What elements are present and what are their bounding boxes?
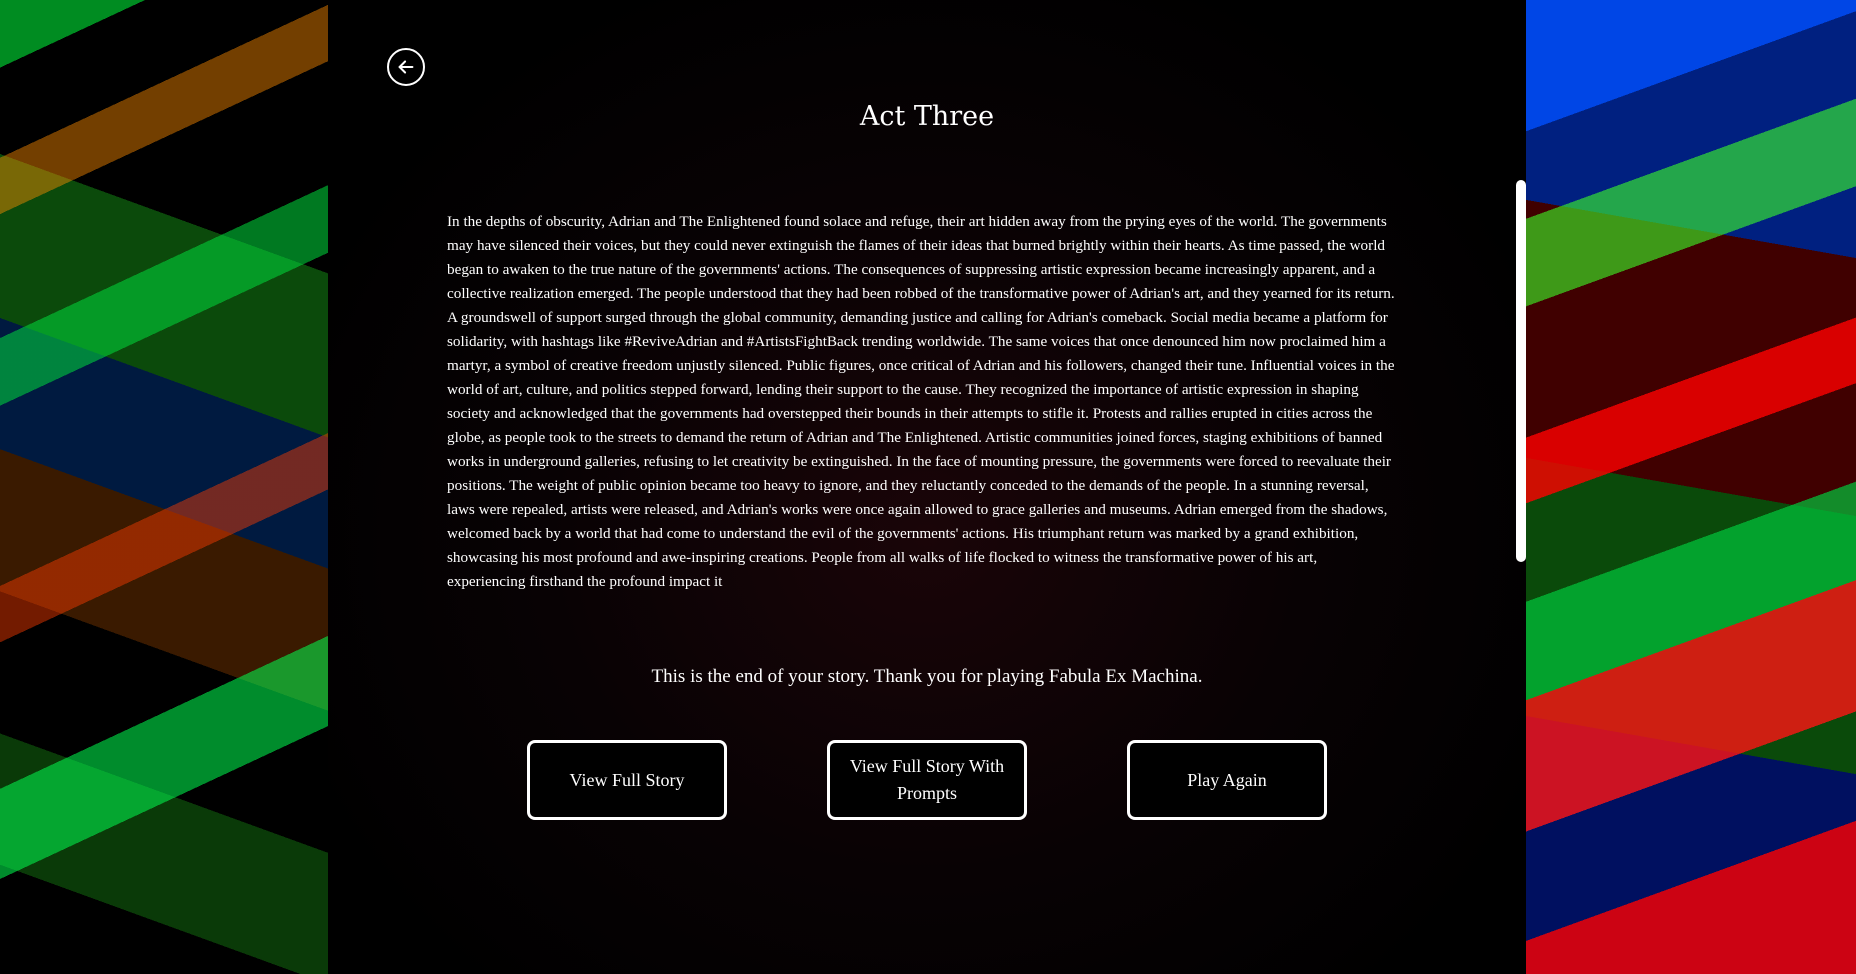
page-title: Act Three xyxy=(859,101,995,132)
background-art-left xyxy=(0,0,328,974)
back-button[interactable] xyxy=(387,48,425,86)
view-full-story-with-prompts-button[interactable]: View Full Story With Prompts xyxy=(827,740,1027,820)
arrow-left-icon xyxy=(398,60,414,74)
view-full-story-button[interactable]: View Full Story xyxy=(527,740,727,820)
scrollbar-thumb[interactable] xyxy=(1516,180,1526,562)
stage: Act Three In the depths of obscurity, Ad… xyxy=(0,0,1856,974)
background-art-right xyxy=(1526,0,1856,974)
play-again-button[interactable]: Play Again xyxy=(1127,740,1327,820)
story-text: In the depths of obscurity, Adrian and T… xyxy=(447,213,1395,590)
end-message: This is the end of your story. Thank you… xyxy=(651,666,1203,687)
